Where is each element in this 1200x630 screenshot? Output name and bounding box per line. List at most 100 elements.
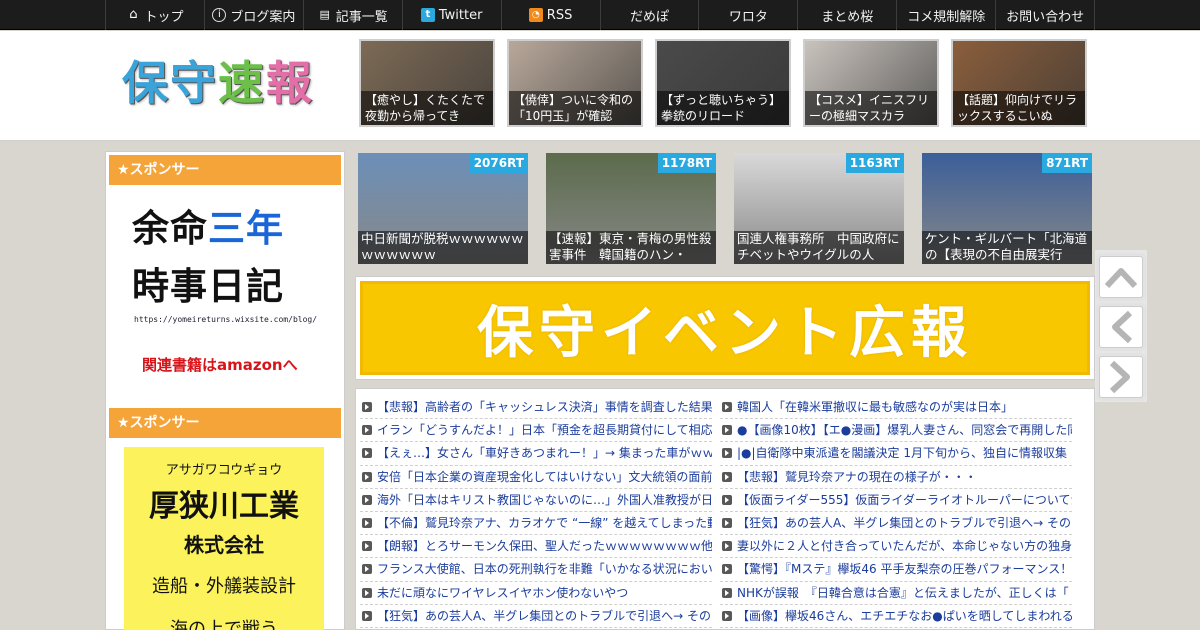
- rss-icon: ◔: [528, 8, 543, 22]
- feed-item-title: イラン「どうすんだよ！」日本「預金を超長期貸付にして相応: [377, 423, 712, 438]
- bullet-arrow-icon: [362, 610, 372, 621]
- feed-item-link[interactable]: 【狂気】あの芸人A、半グレ集団とのトラブルで引退へ→ その: [720, 512, 1072, 536]
- feed-item-title: 【仮面ライダー555】仮面ライダーライオトルーパーについてか: [737, 492, 1072, 507]
- site-logo[interactable]: 保守速報: [122, 53, 314, 113]
- thumb-caption: 【癒やし】くたくたで夜勤から帰ってき: [361, 91, 493, 125]
- chevron-right-icon: [1109, 360, 1130, 394]
- sponsor-ad-asagawa[interactable]: アサガワコウギョウ 厚狭川工業 株式会社 造船・外艤装設計 海の上で戦う: [124, 447, 324, 630]
- bullet-arrow-icon: [722, 402, 732, 413]
- sponsor-heading: ★スポンサー: [109, 408, 341, 438]
- retweet-count-badge: 1178RT: [657, 153, 716, 173]
- feed-item-link[interactable]: 妻以外に２人と付き合っていたんだが、本命じゃない方の独身: [720, 535, 1072, 559]
- ad-kana: アサガワコウギョウ: [165, 463, 283, 478]
- feed-item-link[interactable]: 安倍「日本企業の資産現金化してはいけない」文大統領の面前: [360, 466, 712, 489]
- nav-label: RSS: [546, 7, 573, 23]
- feed-item-title: 安倍「日本企業の資産現金化してはいけない」文大統領の面前: [377, 469, 712, 484]
- feed-item-link[interactable]: ●【画像10枚】【エ●漫画】爆乳人妻さん、同窓会で再開した同: [720, 419, 1072, 443]
- list-icon: ▤: [319, 8, 330, 21]
- feed-item-link[interactable]: 未だに頑なにワイヤレスイヤホン使わないやつ: [360, 582, 712, 605]
- ad-amazon-link[interactable]: 関連書籍はamazonへ: [142, 354, 298, 375]
- retweet-count-badge: 1163RT: [845, 153, 904, 173]
- feed-item-link[interactable]: 【仮面ライダー555】仮面ライダーライオトルーパーについてか: [720, 489, 1072, 512]
- rt-article-card[interactable]: 1178RT 【速報】東京・青梅の男性殺害事件 韓国籍のハン・: [546, 153, 716, 264]
- bullet-arrow-icon: [362, 494, 372, 505]
- feed-column-left: 【悲報】高齢者の「キャッシュレス決済」事情を調査した結果 イラン「どうすんだよ！」…: [360, 396, 712, 628]
- feed-item-link[interactable]: 【えぇ…】女さん「車好きあつまれー！」→ 集まった車がｗｗ: [360, 442, 712, 466]
- thumb-caption: 【話題】仰向けでリラックスするこいぬ: [953, 91, 1085, 125]
- bullet-arrow-icon: [722, 541, 732, 552]
- nav-label: まとめ桜: [821, 9, 874, 25]
- feed-item-title: 【驚愕】『Mステ』欅坂46 平手友梨奈の圧巻パフォーマンス！: [737, 562, 1072, 577]
- nav-item-top[interactable]: ⌂ トップ: [105, 0, 204, 30]
- sponsor-heading: ★スポンサー: [109, 155, 341, 185]
- bullet-arrow-icon: [722, 610, 732, 621]
- feed-item-title: 妻以外に２人と付き合っていたんだが、本命じゃない方の独身: [737, 539, 1072, 554]
- bullet-arrow-icon: [722, 587, 732, 598]
- feed-item-link[interactable]: |●|自衛隊中東派遣を閣議決定 1月下旬から、独自に情報収集 ホ: [720, 442, 1072, 466]
- scroll-top-button[interactable]: [1099, 256, 1143, 298]
- event-banner[interactable]: 保守イベント広報: [355, 276, 1095, 380]
- feed-item-link[interactable]: イラン「どうすんだよ！」日本「預金を超長期貸付にして相応: [360, 419, 712, 443]
- nav-item-comment-unblock[interactable]: コメ規制解除: [896, 0, 995, 30]
- nav-item-contact[interactable]: お問い合わせ: [995, 0, 1096, 30]
- next-page-button[interactable]: [1099, 356, 1143, 398]
- feed-item-link[interactable]: 【驚愕】『Mステ』欅坂46 平手友梨奈の圧巻パフォーマンス！: [720, 558, 1072, 582]
- feed-item-link[interactable]: 【悲報】高齢者の「キャッシュレス決済」事情を調査した結果: [360, 396, 712, 420]
- feed-item-link[interactable]: フランス大使館、日本の死刑執行を非難「いかなる状況におい: [360, 558, 712, 582]
- twitter-icon: t: [420, 8, 435, 22]
- feed-item-link[interactable]: 【狂気】あの芸人A、半グレ集団とのトラブルで引退へ→ その: [360, 605, 712, 628]
- sidebar: ★スポンサー 余命三年 時事日記 https://yomeireturns.wi…: [105, 151, 345, 630]
- header-article-thumb[interactable]: 【コスメ】イニスフリーの極細マスカラ: [803, 39, 939, 127]
- nav-item-matome-sakura[interactable]: まとめ桜: [797, 0, 896, 30]
- feed-column-right: 韓国人「在韓米軍撤収に最も敏感なのが実は日本」 ●【画像10枚】【エ●漫画】爆乳人…: [720, 396, 1072, 628]
- feed-item-link[interactable]: 【不倫】鷲見玲奈アナ、カラオケで “一線” を越えてしまった動: [360, 512, 712, 536]
- nav-item-damepo[interactable]: だめぽ: [599, 0, 699, 30]
- bullet-arrow-icon: [722, 448, 732, 459]
- feed-item-title: 【悲報】高齢者の「キャッシュレス決済」事情を調査した結果: [377, 400, 712, 415]
- logo-char: 速: [218, 56, 266, 110]
- bullet-arrow-icon: [362, 402, 372, 413]
- feed-item-title: 【画像】欅坂46さん、エチエチなお●ぱいを晒してしまわれるｗ: [737, 608, 1072, 623]
- feed-item-title: 【狂気】あの芸人A、半グレ集団とのトラブルで引退へ→ その: [377, 608, 711, 623]
- rt-article-card[interactable]: 1163RT 国連人権事務所 中国政府にチベットやウイグルの人: [734, 153, 904, 264]
- nav-item-article-list[interactable]: ▤ 記事一覧: [302, 0, 402, 30]
- header-article-thumb[interactable]: 【話題】仰向けでリラックスするこいぬ: [951, 39, 1087, 127]
- feed-item-link[interactable]: 【悲報】鷲見玲奈アナの現在の様子が・・・: [720, 466, 1072, 489]
- home-icon: ⌂: [129, 7, 138, 22]
- chevron-up-icon: [1104, 268, 1138, 289]
- nav-label: ブログ案内: [230, 9, 296, 25]
- rt-article-card[interactable]: 871RT ケント・ギルバート「北海道の【表現の不自由展実行: [922, 153, 1092, 264]
- rt-caption: 中日新聞が脱税ｗｗｗｗｗｗｗｗｗｗｗｗ: [358, 231, 528, 264]
- nav-item-twitter[interactable]: t Twitter: [401, 0, 501, 30]
- nav-item-rss[interactable]: ◔ RSS: [500, 0, 600, 30]
- logo-char: 報: [266, 56, 314, 110]
- header-article-thumb[interactable]: 【癒やし】くたくたで夜勤から帰ってき: [359, 39, 495, 127]
- ad-slogan: 海の上で戦う: [170, 619, 278, 630]
- nav-label: コメ規制解除: [907, 9, 986, 25]
- bullet-arrow-icon: [722, 425, 732, 436]
- feed-item-title: 【えぇ…】女さん「車好きあつまれー！」→ 集まった車がｗｗ: [377, 446, 712, 461]
- prev-page-button[interactable]: [1099, 306, 1143, 348]
- ad-title-part: 余命: [132, 207, 208, 250]
- nav-item-blog-guide[interactable]: i ブログ案内: [203, 0, 303, 30]
- feed-item-link[interactable]: 韓国人「在韓米軍撤収に最も敏感なのが実は日本」: [720, 396, 1072, 420]
- feed-item-link[interactable]: 【画像】欅坂46さん、エチエチなお●ぱいを晒してしまわれるｗ: [720, 605, 1072, 628]
- retweet-count-badge: 871RT: [1042, 153, 1092, 173]
- rt-caption: 【速報】東京・青梅の男性殺害事件 韓国籍のハン・: [546, 231, 716, 264]
- banner-inner: 保守イベント広報: [360, 281, 1090, 375]
- feed-item-link[interactable]: 海外「日本はキリスト教国じゃないのに…」外国人准教授が日: [360, 489, 712, 512]
- nav-label: Twitter: [438, 7, 483, 23]
- feed-item-title: 未だに頑なにワイヤレスイヤホン使わないやつ: [377, 585, 629, 600]
- feed-item-link[interactable]: 【朗報】とろサーモン久保田、聖人だったｗｗｗｗｗｗｗｗ他: [360, 535, 712, 559]
- feed-item-title: 【朗報】とろサーモン久保田、聖人だったｗｗｗｗｗｗｗｗ他: [377, 539, 712, 554]
- bullet-arrow-icon: [722, 494, 732, 505]
- header-article-thumb[interactable]: 【僥倖】ついに令和の「10円玉」が確認: [507, 39, 643, 127]
- sponsor-ad-yomei[interactable]: 余命三年 時事日記 https://yomeireturns.wixsite.c…: [126, 192, 326, 382]
- logo-char: 保: [122, 56, 170, 110]
- feed-item-link[interactable]: NHKが誤報 『日韓合意は合憲』と伝えましたが、正しくは「: [720, 582, 1072, 605]
- feed-item-title: ●【画像10枚】【エ●漫画】爆乳人妻さん、同窓会で再開した同: [737, 423, 1072, 438]
- header-article-thumb[interactable]: 【ずっと聴いちゃう】拳銃のリロード: [655, 39, 791, 127]
- rt-article-card[interactable]: 2076RT 中日新聞が脱税ｗｗｗｗｗｗｗｗｗｗｗｗ: [358, 153, 528, 264]
- ad-title-line2: 時事日記: [132, 265, 284, 308]
- nav-item-warota[interactable]: ワロタ: [698, 0, 797, 30]
